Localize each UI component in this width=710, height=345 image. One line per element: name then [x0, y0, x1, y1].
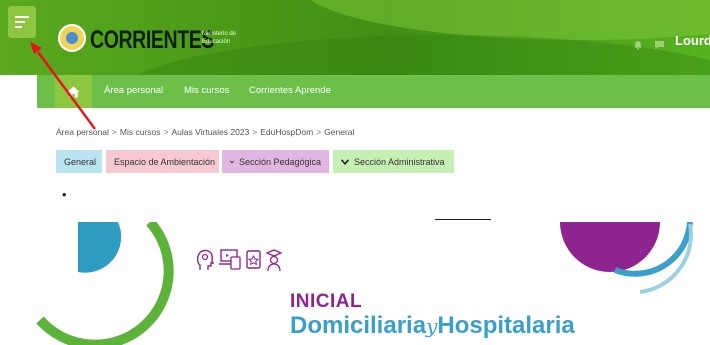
banner-title-part: Hospitalaria	[437, 312, 575, 339]
banner-title-level: INICIAL	[290, 291, 363, 312]
laptop-icon	[219, 249, 241, 270]
idea-head-icon	[196, 249, 214, 270]
tab-seccion-administrativa[interactable]: Sección Administrativa	[333, 150, 454, 173]
list-bullet: •	[62, 187, 67, 202]
user-menu-name[interactable]: Lourd	[675, 33, 710, 48]
tab-general[interactable]: General	[56, 150, 102, 173]
breadcrumb: Área personal > Mis cursos > Aulas Virtuales…	[56, 127, 354, 137]
graduate-icon	[266, 249, 282, 272]
breadcrumb-item[interactable]: Área personal	[56, 127, 109, 137]
site-header: CORRIENTES Ministerio de Educación Lourd	[0, 0, 710, 75]
breadcrumb-item[interactable]: General	[324, 127, 354, 137]
menu-icon	[15, 16, 29, 28]
course-banner: INICIAL DomiciliariayHospitalaria	[0, 222, 710, 345]
breadcrumb-item[interactable]: Aulas Virtuales 2023	[171, 127, 249, 137]
tablet-icon	[246, 250, 261, 269]
brand-title: CORRIENTES	[90, 26, 214, 54]
chevron-down-icon	[230, 160, 234, 163]
breadcrumb-item[interactable]: EduHospDom	[260, 127, 313, 137]
divider	[435, 219, 491, 220]
tab-seccion-pedagogica[interactable]: Sección Pedagógica	[222, 150, 329, 173]
menu-toggle-button[interactable]	[8, 6, 36, 38]
tab-label: Sección Pedagógica	[238, 156, 321, 167]
banner-icon-row	[196, 248, 282, 272]
breadcrumb-separator: >	[163, 127, 169, 137]
banner-title-connector: y	[426, 314, 438, 338]
home-icon	[67, 86, 80, 97]
ministry-label: Ministerio de Educación	[202, 31, 237, 45]
chevron-down-icon	[341, 158, 349, 165]
tab-label: Espacio de Ambientación	[114, 156, 216, 167]
primary-navigation: Área personal Mis cursos Corrientes Apre…	[37, 75, 710, 108]
chat-icon[interactable]	[654, 37, 665, 55]
nav-item-corrientes-aprende[interactable]: Corrientes Aprende	[249, 85, 331, 96]
tab-label: Sección Administrativa	[354, 156, 445, 167]
tab-label: General	[64, 156, 97, 167]
nav-item-mis-cursos[interactable]: Mis cursos	[184, 85, 229, 96]
nav-item-area-personal[interactable]: Área personal	[104, 85, 163, 96]
breadcrumb-separator: >	[252, 127, 258, 137]
header-decoration	[300, 0, 710, 40]
corrientes-seal-icon	[58, 24, 86, 52]
bell-icon[interactable]	[633, 37, 643, 55]
page: CORRIENTES Ministerio de Educación Lourd…	[0, 0, 710, 345]
banner-title-part: Domiciliaria	[290, 312, 427, 339]
breadcrumb-separator: >	[316, 127, 322, 137]
breadcrumb-item[interactable]: Mis cursos	[120, 127, 161, 137]
banner-title-modality: DomiciliariayHospitalaria	[290, 312, 575, 340]
breadcrumb-separator: >	[111, 127, 117, 137]
home-button[interactable]	[55, 75, 92, 108]
tab-espacio-de-ambientacion[interactable]: Espacio de Ambientación	[106, 150, 219, 173]
